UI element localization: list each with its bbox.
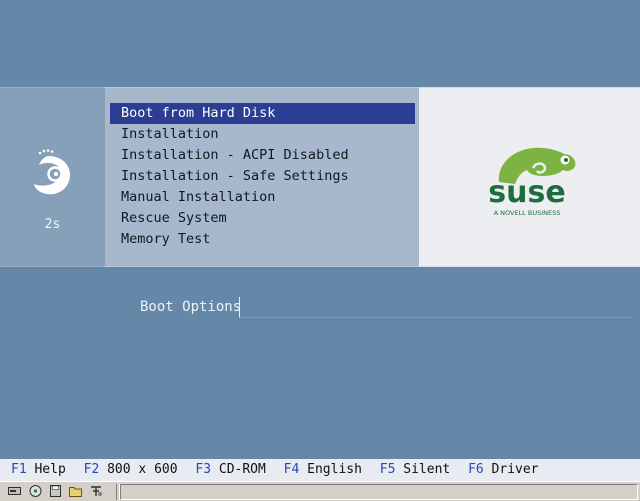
menu-item-rescue-system[interactable]: Rescue System — [110, 208, 415, 229]
floppy-icon[interactable] — [49, 485, 62, 497]
fkey-help[interactable]: F1 Help — [11, 459, 66, 481]
boot-options-input[interactable] — [239, 297, 631, 318]
boot-timer: 2s — [44, 217, 61, 232]
logo-panel: suse A NOVELL BUSINESS — [419, 87, 640, 267]
fkey-video-mode[interactable]: F5 Silent — [380, 459, 450, 481]
cd-icon[interactable] — [29, 485, 42, 497]
function-key-bar: F1 Help F2 800 x 600 F3 CD-ROM F4 Englis… — [0, 459, 640, 481]
menu-item-boot-hard-disk[interactable]: Boot from Hard Disk — [110, 103, 415, 124]
boot-menu-panel: Boot from Hard Disk Installation Install… — [105, 87, 419, 267]
tools-icon[interactable] — [90, 485, 103, 497]
folder-icon[interactable] — [69, 485, 82, 497]
drive-icon[interactable] — [8, 485, 21, 497]
fkey-language[interactable]: F4 English — [284, 459, 362, 481]
boot-band: 2s Boot from Hard Disk Installation Inst… — [0, 87, 640, 267]
fkey-driver[interactable]: F6 Driver — [468, 459, 538, 481]
geeko-icon — [34, 149, 70, 195]
menu-item-installation-safe-settings[interactable]: Installation - Safe Settings — [110, 166, 415, 187]
fkey-source[interactable]: F3 CD-ROM — [195, 459, 265, 481]
top-background — [0, 0, 640, 87]
fkey-resolution[interactable]: F2 800 x 600 — [84, 459, 178, 481]
menu-item-manual-installation[interactable]: Manual Installation — [110, 187, 415, 208]
boot-options-label: Boot Options — [140, 299, 242, 315]
menu-item-installation-acpi-disabled[interactable]: Installation - ACPI Disabled — [110, 145, 415, 166]
boot-menu: Boot from Hard Disk Installation Install… — [110, 103, 415, 250]
suse-logo: suse A NOVELL BUSINESS — [488, 147, 576, 217]
left-panel: 2s — [0, 87, 105, 267]
menu-item-installation[interactable]: Installation — [110, 124, 415, 145]
status-field — [120, 484, 638, 500]
menu-item-memory-test[interactable]: Memory Test — [110, 229, 415, 250]
suse-wordmark: suse — [488, 175, 565, 210]
vm-status-bar — [0, 481, 640, 501]
suse-tagline: A NOVELL BUSINESS — [494, 209, 561, 217]
